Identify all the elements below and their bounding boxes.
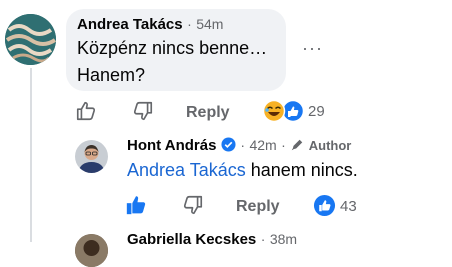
reply-button[interactable]: Reply xyxy=(186,104,230,122)
meta-separator: · xyxy=(187,16,192,32)
author-badge: Author xyxy=(308,138,352,153)
meta-separator: · xyxy=(240,137,246,153)
mention-link[interactable]: Andrea Takács xyxy=(127,160,246,180)
like-icon[interactable] xyxy=(125,194,147,216)
comment-line-1: Közpénz nincs benne… xyxy=(77,38,268,58)
comment-text: Közpénz nincs benne… Hanem? xyxy=(77,35,267,89)
comment-header: Hont András · 42m · Author xyxy=(127,137,351,155)
pen-icon xyxy=(290,138,304,152)
avatar[interactable] xyxy=(75,140,108,173)
comment-author[interactable]: Gabriella Kecskes xyxy=(127,231,256,248)
comment-body: hanem nincs. xyxy=(245,160,358,180)
reaction-count[interactable]: 29 xyxy=(308,103,325,120)
comment-time[interactable]: 42m xyxy=(249,137,276,153)
comment-time[interactable]: 38m xyxy=(270,231,297,247)
dislike-icon[interactable] xyxy=(132,100,154,122)
avatar[interactable] xyxy=(5,14,56,65)
top-cutoff-fragment xyxy=(118,0,198,4)
thread-line xyxy=(30,68,32,242)
dislike-icon[interactable] xyxy=(182,194,204,216)
meta-separator: · xyxy=(281,137,286,153)
comment-header: Andrea Takács · 54m xyxy=(77,16,223,34)
comment-line-2: Hanem? xyxy=(77,65,146,85)
comment-text: Andrea Takács hanem nincs. xyxy=(127,157,358,184)
comment-header: Gabriella Kecskes · 38m xyxy=(127,231,297,249)
comment-author[interactable]: Hont András xyxy=(127,137,216,154)
reaction-summary[interactable] xyxy=(263,99,307,123)
like-icon[interactable] xyxy=(75,100,97,122)
comment-author[interactable]: Andrea Takács xyxy=(77,16,183,33)
comment-time[interactable]: 54m xyxy=(196,16,223,32)
avatar[interactable] xyxy=(75,234,108,267)
like-reaction-icon[interactable] xyxy=(313,194,336,217)
reaction-count[interactable]: 43 xyxy=(340,198,357,215)
more-options-button[interactable]: ··· xyxy=(302,38,323,59)
meta-separator: · xyxy=(260,231,266,247)
verified-badge-icon xyxy=(221,137,236,152)
reply-button[interactable]: Reply xyxy=(236,198,280,216)
